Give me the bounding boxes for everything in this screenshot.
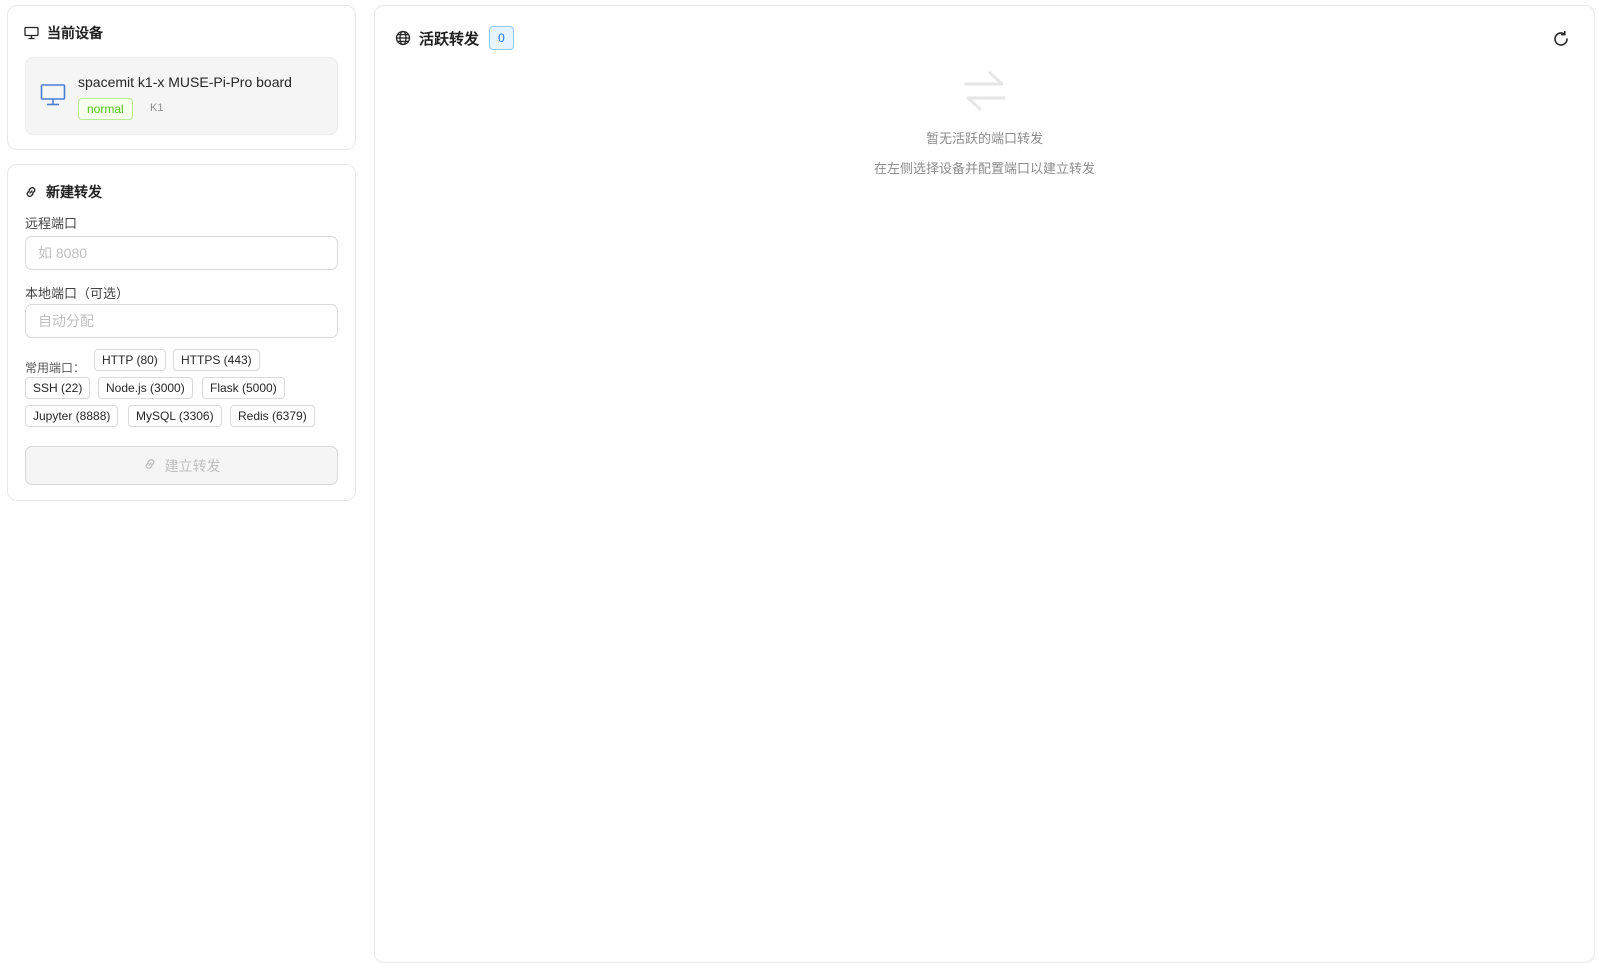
create-forward-button[interactable]: 建立转发 (25, 446, 338, 485)
port-forward-page: 当前设备 spacemit k1-x MUSE-Pi-Pro board nor… (0, 0, 1600, 963)
device-item[interactable]: spacemit k1-x MUSE-Pi-Pro board normal K… (25, 57, 338, 135)
new-forward-title: 新建转发 (46, 184, 102, 200)
current-device-header: 当前设备 (24, 23, 103, 43)
monitor-icon (24, 26, 39, 40)
status-badge: normal (78, 98, 133, 120)
globe-icon (395, 30, 411, 46)
preset-ssh-button[interactable]: SSH (22) (25, 377, 91, 399)
create-forward-label: 建立转发 (164, 457, 221, 474)
empty-description: 在左侧选择设备并配置端口以建立转发 (873, 161, 1095, 176)
desktop-icon (40, 83, 66, 112)
current-device-title: 当前设备 (47, 25, 103, 41)
new-forward-header: 新建转发 (24, 182, 102, 202)
device-chip-label: K1 (150, 102, 164, 114)
active-forwards-card: 活跃转发 0 暂无活跃的端口转发 在左侧选择设备并配置端口以建立转发 (374, 5, 1595, 963)
preset-https-button[interactable]: HTTPS (443) (173, 349, 260, 371)
active-forwards-header: 活跃转发 0 (395, 26, 515, 50)
local-port-input[interactable] (25, 304, 338, 338)
new-forward-card: 新建转发 远程端口 本地端口（可选） 常用端口： HTTP (80) HTTPS… (7, 164, 356, 501)
swap-icon (962, 69, 1008, 118)
refresh-icon[interactable] (1552, 30, 1570, 53)
active-forwards-title: 活跃转发 (419, 30, 480, 48)
preset-flask-button[interactable]: Flask (5000) (202, 377, 285, 399)
active-count-badge: 0 (489, 26, 515, 50)
preset-mysql-button[interactable]: MySQL (3306) (128, 405, 222, 427)
current-device-card: 当前设备 spacemit k1-x MUSE-Pi-Pro board nor… (7, 5, 356, 150)
remote-port-label: 远程端口 (25, 216, 78, 231)
local-port-label: 本地端口（可选） (25, 286, 130, 301)
preset-http-button[interactable]: HTTP (80) (94, 349, 166, 371)
remote-port-input[interactable] (25, 236, 338, 270)
device-name: spacemit k1-x MUSE-Pi-Pro board (78, 74, 292, 90)
preset-nodejs-button[interactable]: Node.js (3000) (98, 377, 193, 399)
preset-redis-button[interactable]: Redis (6379) (230, 405, 315, 427)
link-icon (143, 457, 157, 474)
empty-title: 暂无活跃的端口转发 (925, 131, 1043, 146)
link-icon (24, 185, 38, 199)
preset-jupyter-button[interactable]: Jupyter (8888) (25, 405, 119, 427)
common-ports-label: 常用端口： (25, 361, 86, 375)
